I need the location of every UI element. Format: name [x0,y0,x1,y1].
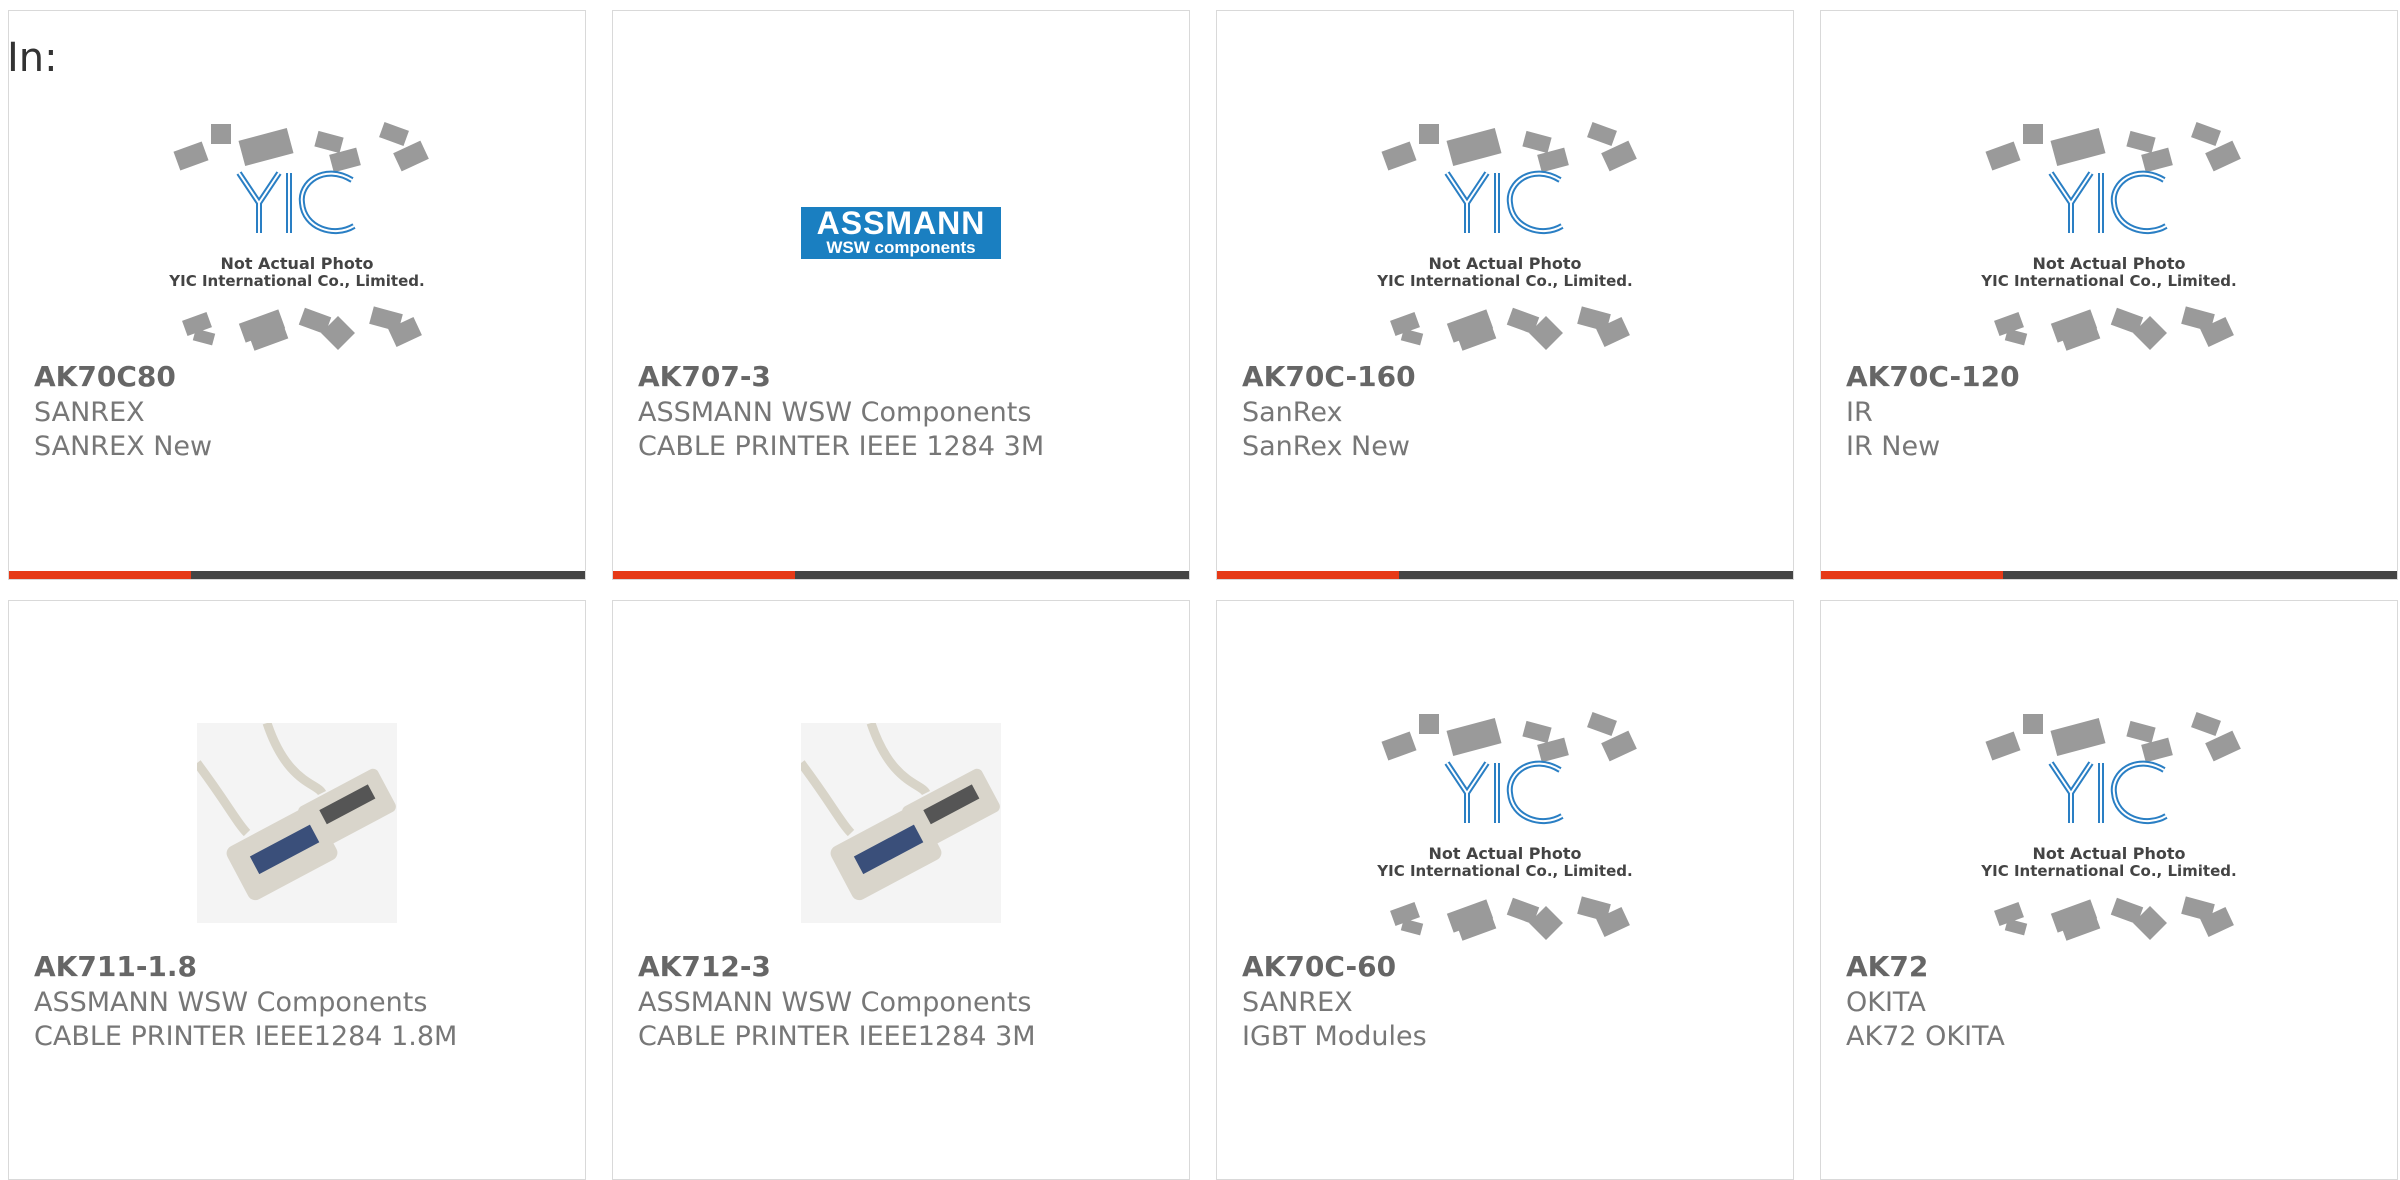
yic-placeholder-image: Not Actual Photo YIC International Co., L… [166,116,429,351]
placeholder-company: YIC International Co., Limited. [1981,861,2237,880]
yic-logo-icon [2048,170,2168,234]
placeholder-note: Not Actual Photo [1428,843,1582,863]
product-card[interactable]: Not Actual Photo YIC International Co., L… [1216,600,1794,1180]
placeholder-note: Not Actual Photo [2032,843,2186,863]
product-description: SANREX New [34,431,213,462]
product-part-number[interactable]: AK70C-60 [1242,953,1396,981]
placeholder-company: YIC International Co., Limited. [169,271,425,290]
product-description: IR New [1846,431,1941,462]
product-description: CABLE PRINTER IEEE 1284 3M [638,431,1045,462]
product-description: SanRex New [1242,431,1410,462]
product-part-number[interactable]: AK70C80 [34,363,176,391]
yic-placeholder-image: Not Actual Photo YIC International Co., L… [1978,116,2241,351]
product-part-number[interactable]: AK707-3 [638,363,771,391]
product-manufacturer: ASSMANN WSW Components [638,987,1032,1018]
placeholder-company: YIC International Co., Limited. [1377,271,1633,290]
product-description: IGBT Modules [1242,1021,1427,1052]
product-part-number[interactable]: AK712-3 [638,953,771,981]
product-manufacturer: SanRex [1242,397,1343,428]
product-part-number[interactable]: AK70C-120 [1846,363,2020,391]
yic-placeholder-image: Not Actual Photo YIC International Co., L… [1978,706,2241,941]
product-image[interactable]: ASSMANN WSW components [701,103,1101,363]
yic-logo-icon [1444,760,1564,824]
product-part-number[interactable]: AK72 [1846,953,1928,981]
product-card[interactable]: Not Actual Photo YIC International Co., L… [8,10,586,580]
product-image[interactable]: Not Actual Photo YIC International Co., L… [97,103,497,363]
product-manufacturer: SANREX [34,397,145,428]
yic-placeholder-image: Not Actual Photo YIC International Co., L… [1374,116,1637,351]
product-manufacturer: ASSMANN WSW Components [34,987,428,1018]
in-label: In: [7,35,58,81]
product-image[interactable] [97,693,497,953]
product-part-number[interactable]: AK711-1.8 [34,953,197,981]
product-card[interactable]: ASSMANN WSW components AK707-3 ASSMANN W… [612,10,1190,580]
product-description: AK72 OKITA [1846,1021,2005,1052]
card-progress-bar [1217,571,1793,579]
product-description: CABLE PRINTER IEEE1284 1.8M [34,1021,458,1052]
product-card[interactable]: AK712-3 ASSMANN WSW Components CABLE PRI… [612,600,1190,1180]
product-card[interactable]: Not Actual Photo YIC International Co., L… [1216,10,1794,580]
product-image[interactable]: Not Actual Photo YIC International Co., L… [1305,103,1705,363]
product-image[interactable]: Not Actual Photo YIC International Co., L… [1909,103,2309,363]
product-manufacturer: IR [1846,397,1873,428]
product-card[interactable]: Not Actual Photo YIC International Co., L… [1820,10,2398,580]
product-image[interactable]: Not Actual Photo YIC International Co., L… [1305,693,1705,953]
placeholder-note: Not Actual Photo [220,253,374,273]
yic-logo-icon [1444,170,1564,234]
placeholder-company: YIC International Co., Limited. [1981,271,2237,290]
product-card[interactable]: Not Actual Photo YIC International Co., L… [1820,600,2398,1180]
product-image[interactable]: Not Actual Photo YIC International Co., L… [1909,693,2309,953]
printer-cable-image [197,723,397,923]
printer-cable-image [801,723,1001,923]
card-progress-bar [1821,571,2397,579]
placeholder-note: Not Actual Photo [2032,253,2186,273]
card-progress-bar [9,571,585,579]
product-grid: Not Actual Photo YIC International Co., L… [0,0,2400,1180]
product-card[interactable]: AK711-1.8 ASSMANN WSW Components CABLE P… [8,600,586,1180]
product-description: CABLE PRINTER IEEE1284 3M [638,1021,1036,1052]
yic-logo-icon [236,170,356,234]
product-manufacturer: SANREX [1242,987,1353,1018]
placeholder-note: Not Actual Photo [1428,253,1582,273]
product-manufacturer: OKITA [1846,987,1926,1018]
yic-logo-icon [2048,760,2168,824]
card-progress-bar [613,571,1189,579]
product-part-number[interactable]: AK70C-160 [1242,363,1416,391]
yic-placeholder-image: Not Actual Photo YIC International Co., L… [1374,706,1637,941]
placeholder-company: YIC International Co., Limited. [1377,861,1633,880]
product-image[interactable] [701,693,1101,953]
product-manufacturer: ASSMANN WSW Components [638,397,1032,428]
assmann-logo: ASSMANN WSW components [801,207,1001,259]
